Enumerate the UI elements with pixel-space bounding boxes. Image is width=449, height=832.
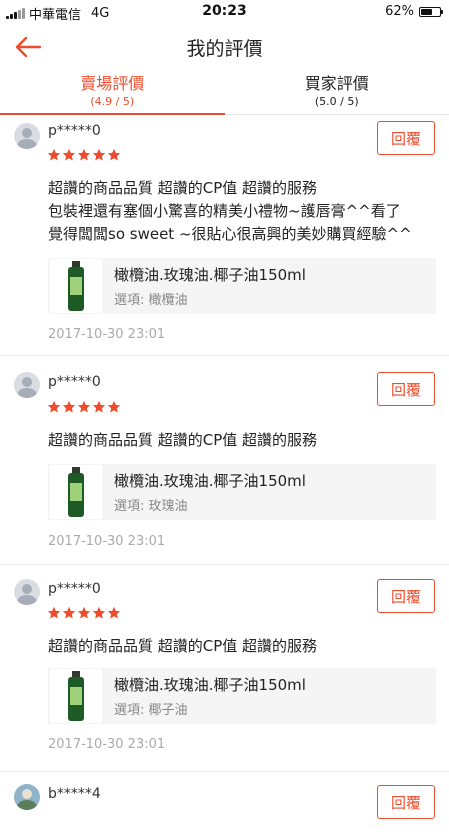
star-icon xyxy=(47,400,61,414)
star-icon xyxy=(77,148,91,162)
tab-bar: 賣場評價 (4.9 / 5) 買家評價 (5.0 / 5) xyxy=(0,70,449,115)
review-list: p*****0 回覆 超讚的商品品質 超讚的CP值 超讚的服務 包裝裡還有塞個小… xyxy=(0,115,449,832)
product-card[interactable]: 橄欖油.玫瑰油.椰子油150ml 選項: 玫瑰油 xyxy=(48,464,436,520)
tab-label: 買家評價 xyxy=(225,74,449,94)
comment-line: 覺得闆闆so sweet ~很貼心很高興的美妙購買經驗^^ xyxy=(48,223,439,246)
comment-line: 超讚的商品品質 超讚的CP值 超讚的服務 xyxy=(48,177,439,200)
reply-button[interactable]: 回覆 xyxy=(377,785,435,819)
review-comment: 超讚的商品品質 超讚的CP值 超讚的服務 xyxy=(48,429,439,452)
reply-button[interactable]: 回覆 xyxy=(377,579,435,613)
product-option: 選項: 椰子油 xyxy=(114,699,188,718)
reviewer-name: p*****0 xyxy=(48,374,101,390)
status-right: 62% xyxy=(385,4,441,19)
avatar xyxy=(14,579,40,605)
product-option: 選項: 玫瑰油 xyxy=(114,495,188,514)
tab-seller-reviews[interactable]: 賣場評價 (4.9 / 5) xyxy=(0,70,225,114)
star-icon xyxy=(92,148,106,162)
product-card[interactable]: 橄欖油.玫瑰油.椰子油150ml 選項: 橄欖油 xyxy=(48,258,436,314)
avatar xyxy=(14,123,40,149)
star-icon xyxy=(107,606,121,620)
review-date: 2017-10-30 23:01 xyxy=(48,737,165,752)
status-time: 20:23 xyxy=(0,3,449,19)
battery-icon xyxy=(419,7,441,17)
review-comment: 超讚的商品品質 超讚的CP值 超讚的服務 包裝裡還有塞個小驚喜的精美小禮物~護唇… xyxy=(48,177,439,246)
product-name: 橄欖油.玫瑰油.椰子油150ml xyxy=(114,674,306,695)
review-item: b*****4 回覆 xyxy=(0,772,449,832)
comment-line: 超讚的商品品質 超讚的CP值 超讚的服務 xyxy=(48,429,439,452)
star-rating xyxy=(47,606,121,620)
star-icon xyxy=(107,148,121,162)
star-rating xyxy=(47,148,121,162)
product-option: 選項: 橄欖油 xyxy=(114,289,188,308)
product-thumbnail xyxy=(50,669,102,723)
star-icon xyxy=(47,606,61,620)
star-icon xyxy=(62,606,76,620)
star-icon xyxy=(77,400,91,414)
tab-label: 賣場評價 xyxy=(0,74,225,94)
review-comment: 超讚的商品品質 超讚的CP值 超讚的服務 xyxy=(48,635,439,658)
star-icon xyxy=(92,400,106,414)
battery-percent: 62% xyxy=(385,4,414,19)
review-date: 2017-10-30 23:01 xyxy=(48,534,165,549)
product-card[interactable]: 橄欖油.玫瑰油.椰子油150ml 選項: 椰子油 xyxy=(48,668,436,724)
star-icon xyxy=(77,606,91,620)
star-icon xyxy=(92,606,106,620)
review-item: p*****0 回覆 超讚的商品品質 超讚的CP值 超讚的服務 包裝裡還有塞個小… xyxy=(0,115,449,356)
comment-line: 超讚的商品品質 超讚的CP值 超讚的服務 xyxy=(48,635,439,658)
page-title: 我的評價 xyxy=(0,34,449,61)
star-icon xyxy=(47,148,61,162)
review-item: p*****0 回覆 超讚的商品品質 超讚的CP值 超讚的服務 橄欖油.玫瑰油.… xyxy=(0,356,449,565)
product-name: 橄欖油.玫瑰油.椰子油150ml xyxy=(114,470,306,491)
tab-score: (5.0 / 5) xyxy=(225,94,449,110)
tab-buyer-reviews[interactable]: 買家評價 (5.0 / 5) xyxy=(225,70,449,114)
avatar xyxy=(14,784,40,810)
star-icon xyxy=(107,400,121,414)
product-thumbnail xyxy=(50,259,102,313)
avatar xyxy=(14,372,40,398)
star-icon xyxy=(62,400,76,414)
reviewer-name: p*****0 xyxy=(48,581,101,597)
reply-button[interactable]: 回覆 xyxy=(377,121,435,155)
star-icon xyxy=(62,148,76,162)
review-item: p*****0 回覆 超讚的商品品質 超讚的CP值 超讚的服務 橄欖油.玫瑰油.… xyxy=(0,565,449,772)
star-rating xyxy=(47,400,121,414)
tab-score: (4.9 / 5) xyxy=(0,94,225,110)
nav-bar: 我的評價 xyxy=(0,24,449,70)
comment-line: 包裝裡還有塞個小驚喜的精美小禮物~護唇膏^^看了 xyxy=(48,200,439,223)
reply-button[interactable]: 回覆 xyxy=(377,372,435,406)
review-date: 2017-10-30 23:01 xyxy=(48,327,165,342)
product-name: 橄欖油.玫瑰油.椰子油150ml xyxy=(114,264,306,285)
product-thumbnail xyxy=(50,465,102,519)
status-bar: 中華電信 4G 20:23 62% xyxy=(0,0,449,24)
reviewer-name: p*****0 xyxy=(48,123,101,139)
